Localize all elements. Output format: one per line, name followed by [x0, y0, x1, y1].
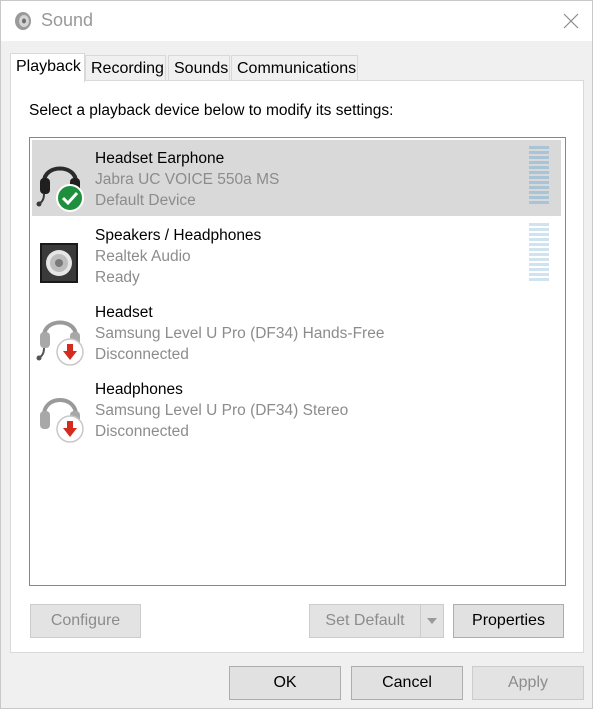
device-model: Jabra UC VOICE 550a MS	[95, 171, 280, 188]
chevron-down-icon	[427, 618, 437, 624]
apply-button[interactable]: Apply	[472, 666, 584, 700]
playback-panel: Select a playback device below to modify…	[10, 80, 584, 653]
volume-meter	[529, 223, 549, 283]
tab-playback[interactable]: Playback	[10, 53, 85, 82]
device-text: Headphones Samsung Level U Pro (DF34) St…	[95, 379, 348, 442]
device-status: Ready	[95, 269, 140, 286]
disconnected-arrow-icon	[56, 415, 84, 443]
device-item-headset-earphone[interactable]: Headset Earphone Jabra UC VOICE 550a MS …	[32, 140, 561, 216]
sound-dialog: Sound Playback Recording Sounds Communic…	[0, 0, 593, 709]
title-bar: Sound	[1, 1, 592, 41]
device-name: Headphones	[95, 381, 183, 398]
tab-sounds[interactable]: Sounds	[168, 55, 230, 81]
tab-recording[interactable]: Recording	[85, 55, 166, 81]
device-item-speakers-headphones[interactable]: Speakers / Headphones Realtek Audio Read…	[32, 217, 561, 293]
speaker-app-icon	[15, 12, 31, 30]
device-name: Headset	[95, 304, 153, 321]
device-text: Speakers / Headphones Realtek Audio Read…	[95, 225, 261, 288]
ok-button[interactable]: OK	[229, 666, 341, 700]
instruction-text: Select a playback device below to modify…	[29, 102, 394, 119]
device-model: Realtek Audio	[95, 248, 191, 265]
set-default-button[interactable]: Set Default	[309, 604, 421, 638]
device-model: Samsung Level U Pro (DF34) Hands-Free	[95, 325, 385, 342]
disconnected-arrow-icon	[56, 338, 84, 366]
configure-button[interactable]: Configure	[30, 604, 141, 638]
device-status: Disconnected	[95, 423, 189, 440]
device-item-headphones[interactable]: Headphones Samsung Level U Pro (DF34) St…	[32, 371, 561, 447]
close-icon	[563, 13, 578, 29]
speaker-icon	[40, 243, 78, 283]
window-title: Sound	[41, 10, 94, 30]
tab-communications[interactable]: Communications	[231, 55, 358, 81]
device-status: Disconnected	[95, 346, 189, 363]
device-list: Headset Earphone Jabra UC VOICE 550a MS …	[29, 137, 566, 586]
default-check-icon	[56, 184, 84, 212]
volume-meter	[529, 146, 549, 206]
device-name: Speakers / Headphones	[95, 227, 262, 244]
device-item-headset[interactable]: Headset Samsung Level U Pro (DF34) Hands…	[32, 294, 561, 370]
device-text: Headset Earphone Jabra UC VOICE 550a MS …	[95, 148, 279, 211]
cancel-button[interactable]: Cancel	[351, 666, 463, 700]
close-button[interactable]	[549, 1, 592, 41]
device-status: Default Device	[95, 192, 196, 209]
device-model: Samsung Level U Pro (DF34) Stereo	[95, 402, 349, 419]
device-text: Headset Samsung Level U Pro (DF34) Hands…	[95, 302, 384, 365]
properties-button[interactable]: Properties	[453, 604, 564, 638]
set-default-dropdown[interactable]	[420, 604, 444, 638]
device-name: Headset Earphone	[95, 150, 225, 167]
